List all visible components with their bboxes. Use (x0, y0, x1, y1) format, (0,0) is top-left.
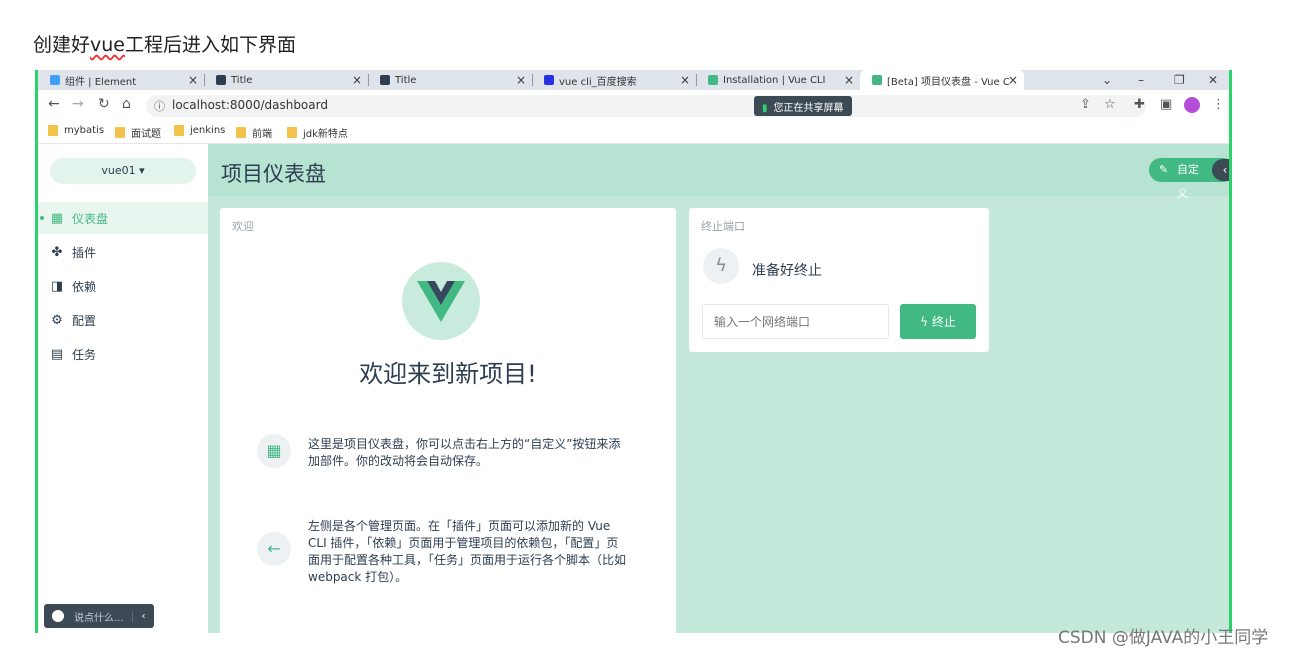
signal-icon: ▮ (762, 103, 768, 114)
bookmark-mybatis[interactable]: mybatis (48, 125, 104, 136)
address-bar[interactable]: ⓘ localhost:8000/dashboard (146, 95, 1146, 117)
back-icon[interactable]: ← (48, 96, 60, 112)
chat-widget[interactable]: 说点什么... ‹ (44, 604, 154, 628)
chat-placeholder: 说点什么... (74, 612, 124, 624)
kill-port-widget: 终止端口 ϟ 准备好终止 ϟ 终止 (689, 208, 989, 352)
tab-title-1[interactable]: Title × (204, 70, 369, 90)
library-icon: ◨ (50, 278, 64, 294)
window-close-icon[interactable]: ✕ (1208, 70, 1218, 90)
smile-icon (52, 610, 64, 622)
tip-dashboard: 这里是项目仪表盘，你可以点击右上方的“自定义”按钮来添加部件。你的改动将会自动保… (308, 437, 621, 468)
home-icon[interactable]: ⌂ (122, 96, 131, 112)
arrow-left-icon: ← (257, 532, 291, 566)
bookmark-jdk[interactable]: jdk新特点 (287, 125, 348, 140)
tab-vue-cli[interactable]: Installation | Vue CLI × (696, 70, 860, 90)
caption: 创建好vue工程后进入如下界面 (33, 34, 297, 56)
tip-sidebar: 左侧是各个管理页面。在「插件」页面可以添加新的 Vue CLI 插件，「依赖」页… (308, 519, 627, 584)
assignment-icon: ▤ (50, 346, 64, 362)
sidebar-item-dashboard[interactable]: ▦ 仪表盘 (38, 202, 208, 234)
sidebar-item-dependencies[interactable]: ◨ 依赖 (38, 270, 208, 302)
screen-share-badge[interactable]: ▮ 您正在共享屏幕 (754, 96, 852, 116)
kill-button[interactable]: ϟ 终止 (900, 304, 976, 339)
restore-icon[interactable]: ❐ (1174, 70, 1185, 90)
sidepanel-icon[interactable]: ▣ (1160, 97, 1172, 112)
forward-icon[interactable]: → (72, 96, 84, 112)
port-input[interactable] (702, 304, 889, 339)
tab-strip: 组件 | Element × Title × Title × vue cli_百度搜索… (38, 70, 1229, 90)
close-icon[interactable]: × (188, 73, 198, 87)
minimize-icon[interactable]: – (1138, 70, 1144, 90)
tab-element[interactable]: 组件 | Element × (38, 70, 205, 90)
bookmarks-bar: mybatis 面试题 jenkins 前端 jdk新特点 (38, 120, 1229, 144)
kill-status: 准备好终止 (752, 263, 822, 279)
profile-avatar[interactable] (1184, 97, 1200, 113)
folder-icon (287, 127, 297, 138)
vue-favicon-icon (872, 75, 882, 85)
project-selector[interactable]: vue01 ▾ (50, 158, 196, 184)
sidebar: vue01 ▾ ▦ 仪表盘 ✤ 插件 ◨ 依赖 ⚙ 配置 ▤ 任务 说点什么..… (38, 144, 208, 633)
vue-favicon-icon (708, 75, 718, 85)
page-favicon-icon (216, 75, 226, 85)
tab-search-icon[interactable]: ⌄ (1102, 70, 1112, 90)
chevron-left-icon[interactable]: ‹ (132, 610, 154, 622)
dashboard-icon: ▦ (50, 210, 64, 226)
widget-title: 终止端口 (701, 220, 745, 233)
settings-icon: ⚙ (51, 312, 63, 328)
extensions-icon[interactable]: ✚ (1134, 97, 1145, 112)
sidebar-item-config[interactable]: ⚙ 配置 (38, 304, 208, 336)
share-icon[interactable]: ⇪ (1080, 97, 1091, 112)
puzzle-icon: ✤ (51, 244, 63, 260)
tab-baidu[interactable]: vue cli_百度搜索 × (532, 70, 697, 90)
bookmark-jenkins[interactable]: jenkins (174, 125, 225, 136)
watermark: CSDN @做JAVA的小王同学 (1058, 628, 1269, 648)
active-dot (40, 216, 44, 220)
close-icon[interactable]: × (352, 73, 362, 87)
url-text: localhost:8000/dashboard (172, 98, 328, 112)
folder-icon (115, 127, 125, 138)
close-icon[interactable]: × (516, 73, 526, 87)
dropdown-icon: ▾ (139, 164, 145, 177)
address-row: ← → ↻ ⌂ ⓘ localhost:8000/dashboard ▮ 您正在共… (38, 90, 1229, 120)
bookmark-frontend[interactable]: 前端 (236, 125, 272, 140)
close-icon[interactable]: × (844, 73, 854, 87)
menu-dots-icon[interactable]: ⋮ (1212, 97, 1225, 112)
pencil-icon: ✎ (1159, 163, 1169, 176)
page-favicon-icon (380, 75, 390, 85)
vue-ui-app: vue01 ▾ ▦ 仪表盘 ✤ 插件 ◨ 依赖 ⚙ 配置 ▤ 任务 说点什么..… (38, 144, 1229, 633)
lightning-icon: ϟ (920, 315, 929, 329)
dashboard-icon: ▦ (257, 434, 291, 468)
bookmark-interview[interactable]: 面试题 (115, 125, 161, 140)
lightning-icon: ϟ (703, 248, 739, 284)
tab-title-2[interactable]: Title × (368, 70, 533, 90)
sidebar-item-tasks[interactable]: ▤ 任务 (38, 338, 208, 370)
browser-screenshot: 组件 | Element × Title × Title × vue cli_百度搜索… (35, 70, 1232, 633)
vue-logo (402, 262, 480, 340)
site-info-icon[interactable]: ⓘ (154, 98, 165, 114)
page-header: 项目仪表盘 ✎ 自定义 ‹ (208, 144, 1229, 200)
sidebar-item-plugins[interactable]: ✤ 插件 (38, 236, 208, 268)
reload-icon[interactable]: ↻ (98, 96, 110, 112)
tab-dashboard[interactable]: [Beta] 项目仪表盘 - Vue C × (860, 70, 1024, 90)
scrollbar[interactable] (1229, 196, 1232, 576)
page-title: 项目仪表盘 (221, 162, 326, 186)
close-icon[interactable]: × (1008, 73, 1018, 87)
element-favicon-icon (50, 75, 60, 85)
welcome-heading: 欢迎来到新项目! (359, 360, 537, 388)
collapse-panel-button[interactable]: ‹ (1212, 159, 1229, 181)
widget-title: 欢迎 (232, 220, 254, 233)
close-icon[interactable]: × (680, 73, 690, 87)
folder-icon (236, 127, 246, 138)
folder-icon (174, 125, 184, 136)
folder-icon (48, 125, 58, 136)
welcome-widget: 欢迎 欢迎来到新项目! ▦ 这里是项目仪表盘，你可以点击右上方的“自定义”按钮来… (220, 208, 676, 633)
baidu-favicon-icon (544, 75, 554, 85)
main-content: 项目仪表盘 ✎ 自定义 ‹ 欢迎 欢迎来到新项目! ▦ 这里是项目仪表盘，你可以点… (208, 144, 1232, 633)
star-icon[interactable]: ☆ (1104, 97, 1116, 112)
